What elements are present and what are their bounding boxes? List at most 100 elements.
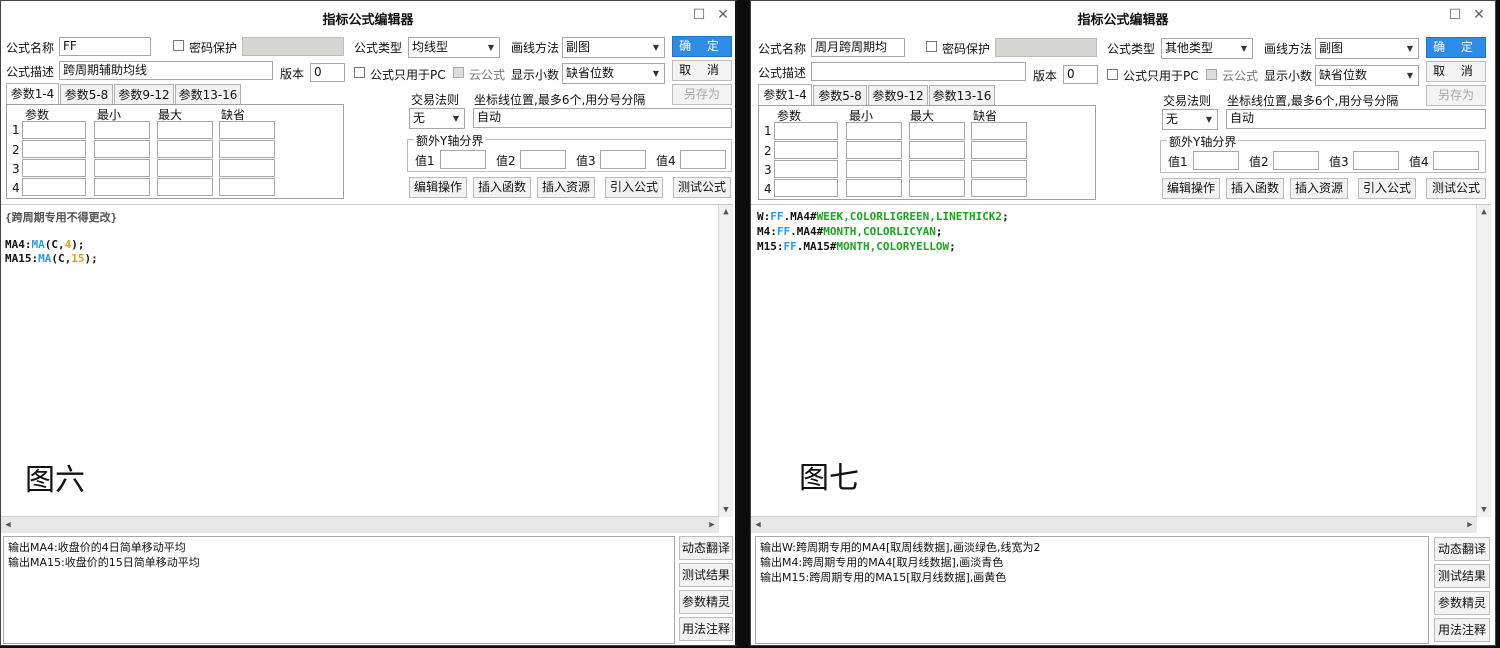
param-cell[interactable] xyxy=(22,140,86,158)
scroll-up-icon[interactable]: ▲ xyxy=(1477,205,1491,219)
trade-rule-select[interactable]: 无 ▼ xyxy=(1162,109,1218,130)
param-wizard-button[interactable]: 参数精灵 xyxy=(1434,591,1490,615)
edit-operation-button[interactable]: 编辑操作 xyxy=(409,177,467,198)
code-editor[interactable]: W:FF.MA4#WEEK,COLORLIGREEN,LINETHICK2; M… xyxy=(751,204,1491,533)
axis-position-input[interactable]: 自动 xyxy=(1226,109,1486,129)
password-input[interactable] xyxy=(995,38,1097,57)
cloud-formula-checkbox[interactable] xyxy=(453,67,464,78)
restore-window-icon[interactable]: ☐ xyxy=(691,7,707,23)
tab-params-13-16[interactable]: 参数13-16 xyxy=(929,85,995,106)
test-result-button[interactable]: 测试结果 xyxy=(1434,564,1490,588)
scroll-up-icon[interactable]: ▲ xyxy=(719,205,733,219)
scroll-down-icon[interactable]: ▼ xyxy=(719,503,733,517)
password-protect-checkbox[interactable] xyxy=(173,40,184,51)
param-cell[interactable] xyxy=(94,121,150,139)
tab-params-5-8[interactable]: 参数5-8 xyxy=(813,85,867,106)
tab-params-1-4[interactable]: 参数1-4 xyxy=(758,84,812,106)
trade-rule-select[interactable]: 无 ▼ xyxy=(409,108,465,129)
scroll-left-icon[interactable]: ◀ xyxy=(751,518,765,532)
editor-vertical-scrollbar[interactable]: ▲ ▼ xyxy=(718,205,733,517)
close-icon[interactable]: ✕ xyxy=(1471,7,1487,23)
tab-params-13-16[interactable]: 参数13-16 xyxy=(175,84,241,105)
y-value-1-input[interactable] xyxy=(1193,151,1239,170)
param-cell[interactable] xyxy=(846,122,902,140)
param-cell[interactable] xyxy=(219,178,275,196)
param-cell[interactable] xyxy=(157,159,213,177)
param-cell[interactable] xyxy=(157,178,213,196)
param-cell[interactable] xyxy=(94,178,150,196)
dynamic-translate-button[interactable]: 动态翻译 xyxy=(1434,537,1490,561)
param-cell[interactable] xyxy=(94,159,150,177)
editor-horizontal-scrollbar[interactable]: ◀ ▶ xyxy=(751,516,1477,533)
tab-params-1-4[interactable]: 参数1-4 xyxy=(6,83,59,105)
formula-name-input[interactable]: 周月跨周期均 xyxy=(811,38,905,57)
insert-resource-button[interactable]: 插入资源 xyxy=(537,177,595,198)
close-icon[interactable]: ✕ xyxy=(715,7,731,23)
param-cell[interactable] xyxy=(971,141,1027,159)
editor-vertical-scrollbar[interactable]: ▲ ▼ xyxy=(1476,205,1491,517)
param-cell[interactable] xyxy=(219,121,275,139)
param-cell[interactable] xyxy=(774,160,838,178)
formula-name-input[interactable]: FF xyxy=(59,37,151,56)
param-cell[interactable] xyxy=(846,160,902,178)
y-value-2-input[interactable] xyxy=(520,150,566,169)
cancel-button[interactable]: 取 消 xyxy=(672,60,732,81)
axis-position-input[interactable]: 自动 xyxy=(473,108,732,128)
param-cell[interactable] xyxy=(774,179,838,197)
param-cell[interactable] xyxy=(971,160,1027,178)
scroll-left-icon[interactable]: ◀ xyxy=(1,518,15,532)
pc-only-checkbox[interactable] xyxy=(1107,69,1118,80)
param-cell[interactable] xyxy=(909,160,965,178)
param-cell[interactable] xyxy=(909,122,965,140)
ok-button[interactable]: 确 定 xyxy=(1426,37,1486,58)
scroll-right-icon[interactable]: ▶ xyxy=(1463,518,1477,532)
draw-method-select[interactable]: 副图 ▼ xyxy=(562,37,665,58)
edit-operation-button[interactable]: 编辑操作 xyxy=(1162,178,1220,199)
param-cell[interactable] xyxy=(971,179,1027,197)
y-value-4-input[interactable] xyxy=(1433,151,1479,170)
ok-button[interactable]: 确 定 xyxy=(672,36,732,57)
param-cell[interactable] xyxy=(909,141,965,159)
insert-function-button[interactable]: 插入函数 xyxy=(473,177,531,198)
insert-resource-button[interactable]: 插入资源 xyxy=(1290,178,1348,199)
y-value-1-input[interactable] xyxy=(440,150,486,169)
code-editor[interactable]: {跨周期专用不得更改} MA4:MA(C,4); MA15:MA(C,15); … xyxy=(1,204,733,533)
param-cell[interactable] xyxy=(774,122,838,140)
version-input[interactable]: 0 xyxy=(1063,65,1098,84)
cloud-formula-checkbox[interactable] xyxy=(1206,69,1217,80)
y-value-3-input[interactable] xyxy=(1353,151,1399,170)
decimals-select[interactable]: 缺省位数 ▼ xyxy=(562,63,665,84)
insert-function-button[interactable]: 插入函数 xyxy=(1226,178,1284,199)
scroll-down-icon[interactable]: ▼ xyxy=(1477,503,1491,517)
password-protect-checkbox[interactable] xyxy=(926,41,937,52)
scroll-right-icon[interactable]: ▶ xyxy=(705,518,719,532)
import-formula-button[interactable]: 引入公式 xyxy=(605,177,663,198)
param-cell[interactable] xyxy=(219,140,275,158)
restore-window-icon[interactable]: ☐ xyxy=(1447,7,1463,23)
param-cell[interactable] xyxy=(22,178,86,196)
test-formula-button[interactable]: 测试公式 xyxy=(1426,178,1486,199)
version-input[interactable]: 0 xyxy=(310,63,345,82)
formula-type-select[interactable]: 均线型 ▼ xyxy=(408,37,500,58)
param-cell[interactable] xyxy=(157,121,213,139)
param-cell[interactable] xyxy=(157,140,213,158)
formula-type-select[interactable]: 其他类型 ▼ xyxy=(1161,38,1253,59)
y-value-3-input[interactable] xyxy=(600,150,646,169)
y-value-2-input[interactable] xyxy=(1273,151,1319,170)
usage-notes-button[interactable]: 用法注释 xyxy=(679,617,733,641)
save-as-button[interactable]: 另存为 xyxy=(1426,85,1486,106)
param-cell[interactable] xyxy=(22,159,86,177)
pc-only-checkbox[interactable] xyxy=(354,67,365,78)
param-cell[interactable] xyxy=(846,179,902,197)
param-wizard-button[interactable]: 参数精灵 xyxy=(679,590,733,614)
password-input[interactable] xyxy=(242,37,344,56)
test-result-button[interactable]: 测试结果 xyxy=(679,563,733,587)
draw-method-select[interactable]: 副图 ▼ xyxy=(1315,38,1419,59)
param-cell[interactable] xyxy=(22,121,86,139)
y-value-4-input[interactable] xyxy=(680,150,726,169)
dynamic-translate-button[interactable]: 动态翻译 xyxy=(679,536,733,560)
param-cell[interactable] xyxy=(94,140,150,158)
param-cell[interactable] xyxy=(971,122,1027,140)
tab-params-9-12[interactable]: 参数9-12 xyxy=(868,85,928,106)
param-cell[interactable] xyxy=(774,141,838,159)
